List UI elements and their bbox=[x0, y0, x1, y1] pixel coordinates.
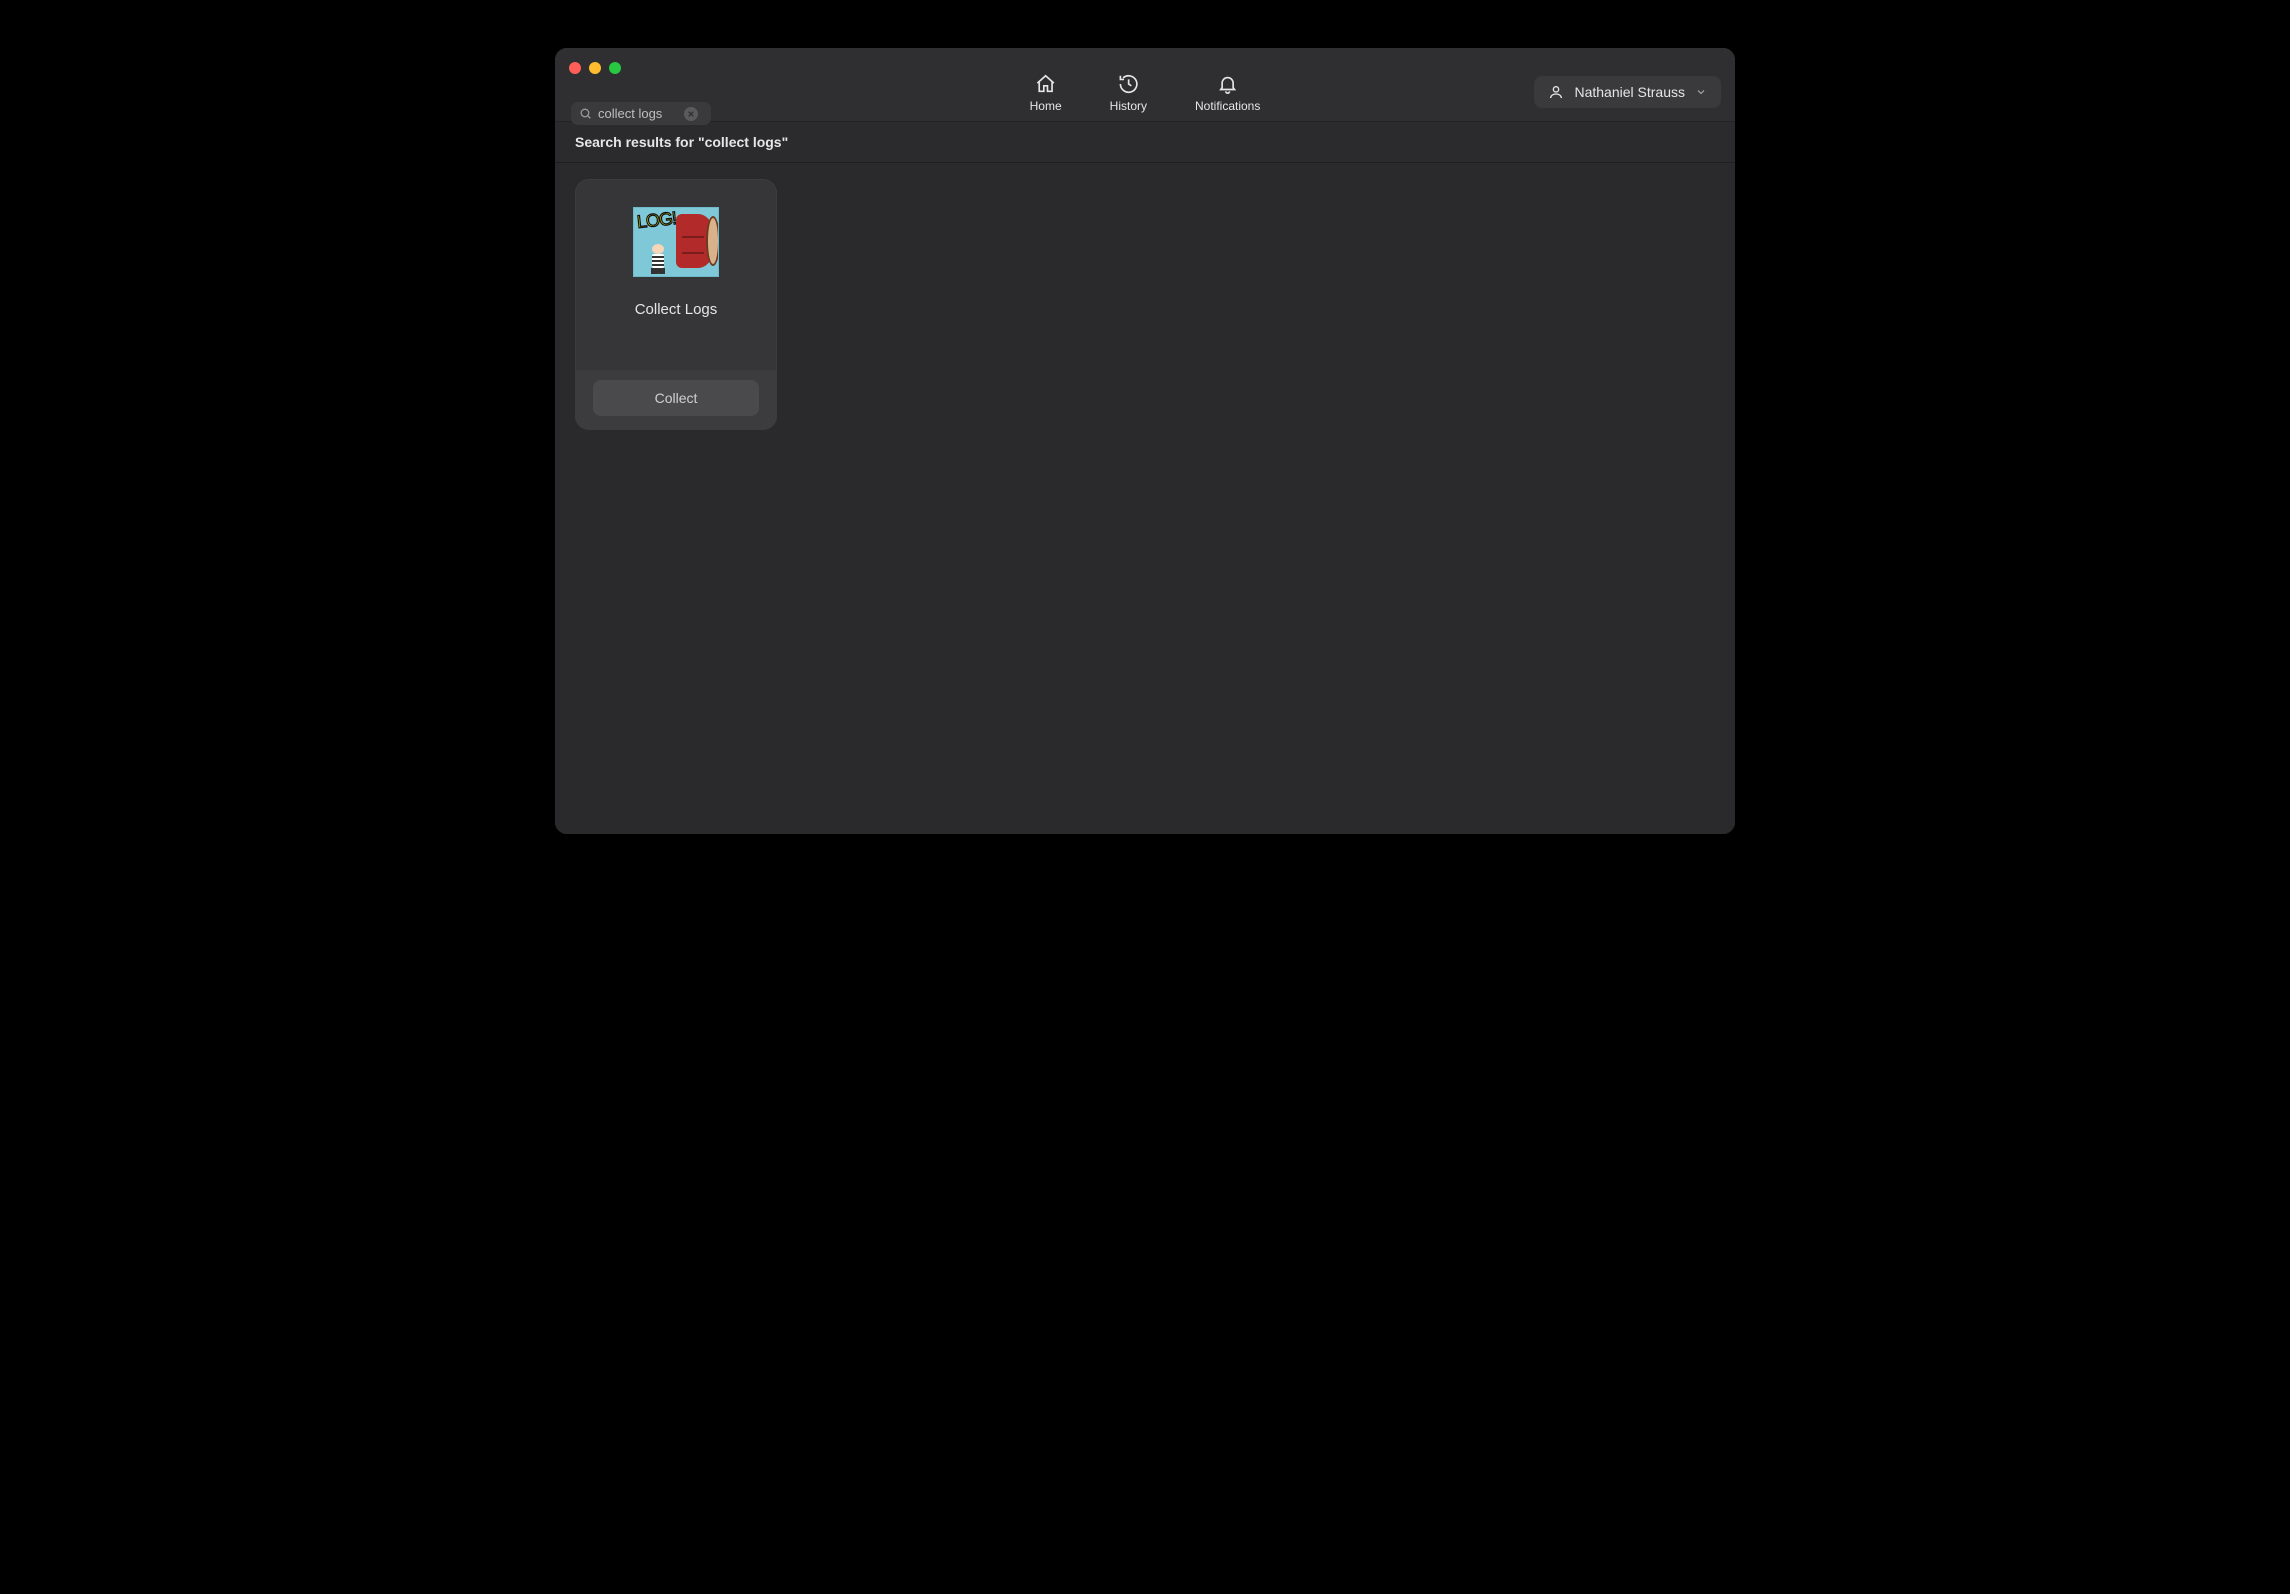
content-area: LOG! Collect Logs Collect bbox=[555, 163, 1735, 834]
account-username: Nathaniel Strauss bbox=[1574, 84, 1685, 100]
titlebar: Home History Notifications Nathaniel Str… bbox=[555, 48, 1735, 122]
result-title: Collect Logs bbox=[635, 301, 718, 318]
search-icon bbox=[579, 107, 592, 120]
close-icon bbox=[687, 110, 695, 118]
thumbnail-log-text: LOG! bbox=[636, 208, 677, 233]
minimize-window-button[interactable] bbox=[589, 62, 601, 74]
bell-icon bbox=[1217, 73, 1239, 95]
home-icon bbox=[1035, 73, 1057, 95]
close-window-button[interactable] bbox=[569, 62, 581, 74]
collect-button[interactable]: Collect bbox=[593, 380, 759, 416]
nav-notifications-label: Notifications bbox=[1195, 99, 1260, 113]
search-results-heading: Search results for "collect logs" bbox=[555, 122, 1735, 163]
search-field[interactable] bbox=[571, 102, 711, 125]
history-icon bbox=[1117, 73, 1139, 95]
nav-history-label: History bbox=[1110, 99, 1147, 113]
app-window: Home History Notifications Nathaniel Str… bbox=[555, 48, 1735, 834]
account-menu[interactable]: Nathaniel Strauss bbox=[1534, 76, 1721, 108]
window-controls bbox=[569, 62, 621, 74]
search-input[interactable] bbox=[598, 106, 678, 121]
nav-home-label: Home bbox=[1030, 99, 1062, 113]
zoom-window-button[interactable] bbox=[609, 62, 621, 74]
nav-home[interactable]: Home bbox=[1030, 73, 1062, 113]
user-icon bbox=[1548, 84, 1564, 100]
nav-notifications[interactable]: Notifications bbox=[1195, 73, 1260, 113]
result-thumbnail: LOG! bbox=[633, 207, 719, 277]
result-card-footer: Collect bbox=[575, 370, 777, 430]
nav-history[interactable]: History bbox=[1110, 73, 1147, 113]
log-end-cap bbox=[706, 216, 719, 266]
chevron-down-icon bbox=[1695, 86, 1707, 98]
primary-nav: Home History Notifications bbox=[1030, 73, 1261, 113]
clear-search-button[interactable] bbox=[684, 107, 698, 121]
result-card[interactable]: LOG! Collect Logs Collect bbox=[575, 179, 777, 430]
